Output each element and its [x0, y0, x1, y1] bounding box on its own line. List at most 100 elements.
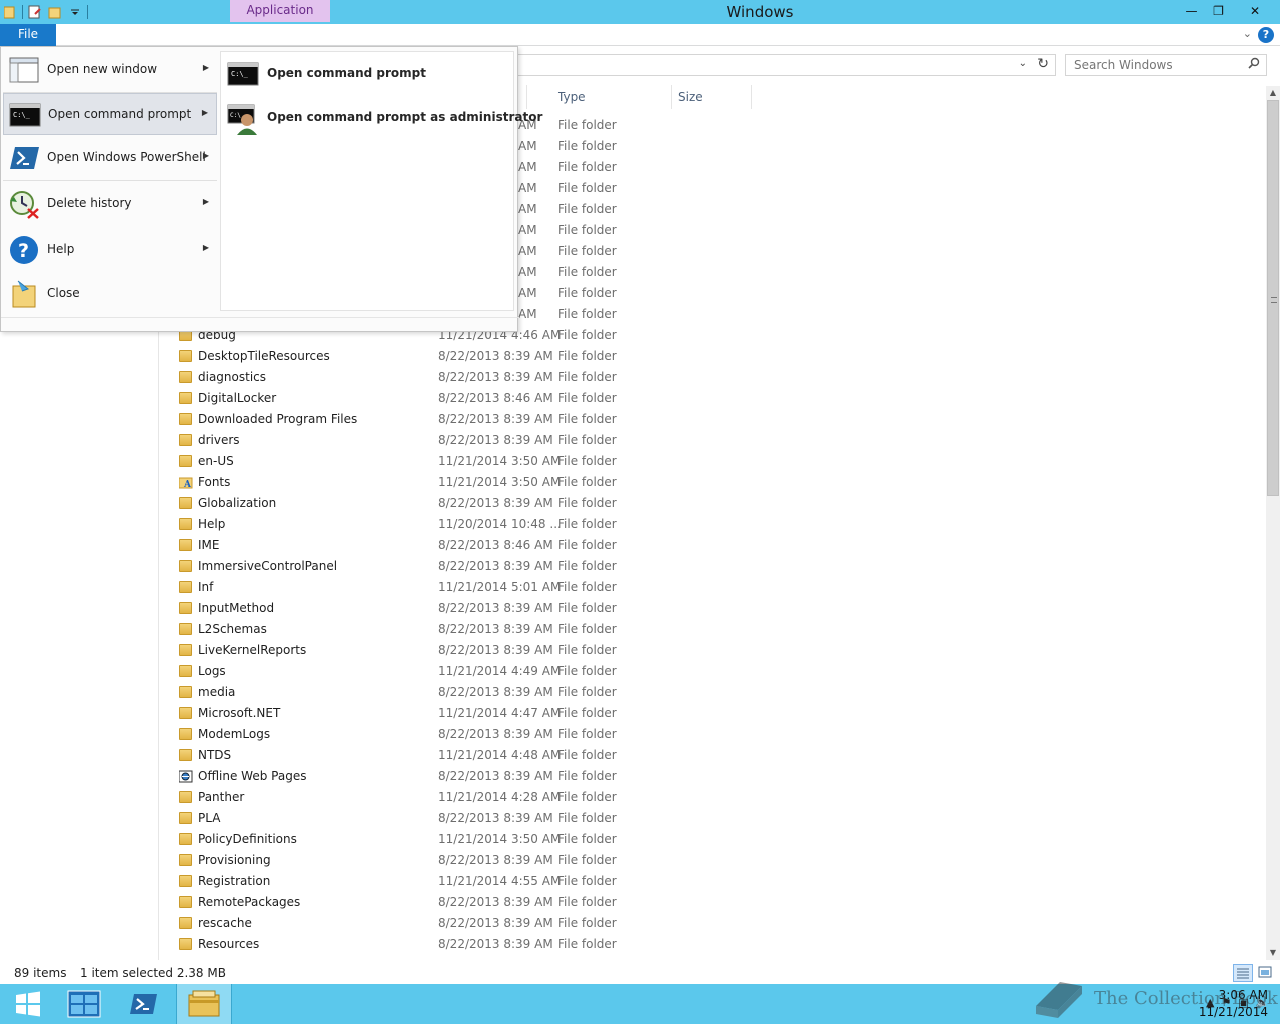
refresh-icon[interactable]: ↻ — [1037, 56, 1049, 72]
open-command-prompt-item[interactable]: C:\_ Open command prompt ▶ — [3, 93, 217, 135]
table-row[interactable]: Registration 11/21/2014 4:55 AM File folde… — [160, 871, 760, 892]
table-row[interactable]: drivers 8/22/2013 8:39 AM File folder — [160, 430, 760, 451]
table-row[interactable]: DigitalLocker 8/22/2013 8:46 AM File folde… — [160, 388, 760, 409]
application-tools-context-tab[interactable]: Application Tools — [230, 0, 330, 37]
table-row[interactable]: LiveKernelReports 8/22/2013 8:39 AM File f… — [160, 640, 760, 661]
table-row[interactable]: RemotePackages 8/22/2013 8:39 AM File fold… — [160, 892, 760, 913]
folder-icon — [179, 707, 192, 719]
file-type: File folder — [558, 496, 617, 510]
customize-qat-chevron-icon[interactable] — [67, 4, 83, 20]
table-row[interactable]: Panther 11/21/2014 4:28 AM File folder — [160, 787, 760, 808]
column-header-size[interactable]: Size — [672, 85, 752, 109]
file-tab[interactable]: File — [0, 24, 56, 46]
clock-date[interactable]: 11/21/2014 — [1199, 1005, 1268, 1019]
vertical-scrollbar[interactable]: ▲ ▼ — [1266, 86, 1280, 960]
file-type: File folder — [558, 391, 617, 405]
file-type: File folder — [558, 475, 617, 489]
open-windows-powershell-label: Open Windows PowerShell — [47, 150, 206, 164]
table-row[interactable]: IME 8/22/2013 8:46 AM File folder — [160, 535, 760, 556]
windows-logo-icon — [16, 991, 40, 1017]
table-row[interactable]: InputMethod 8/22/2013 8:39 AM File folder — [160, 598, 760, 619]
column-header-modified[interactable] — [520, 85, 527, 109]
clock-time[interactable]: 3:06 AM — [1219, 988, 1268, 1002]
svg-text:?: ? — [18, 240, 29, 262]
folder-icon — [179, 644, 192, 656]
search-icon[interactable] — [1248, 57, 1260, 73]
file-name: Fonts — [198, 475, 231, 489]
address-dropdown-icon[interactable]: ⌄ — [1019, 58, 1027, 69]
table-row[interactable]: NTDS 11/21/2014 4:48 AM File folder — [160, 745, 760, 766]
maximize-button[interactable]: ❐ — [1205, 0, 1232, 21]
delete-history-item[interactable]: Delete history ▶ — [3, 183, 217, 225]
folder-icon — [179, 350, 192, 362]
table-row[interactable]: Provisioning 8/22/2013 8:39 AM File folder — [160, 850, 760, 871]
folder-icon — [179, 917, 192, 929]
column-header-type[interactable]: Type — [552, 85, 672, 109]
open-command-prompt-subitem[interactable]: C:\_ Open command prompt — [227, 56, 509, 92]
open-new-window-item[interactable]: Open new window ▶ — [3, 49, 217, 91]
folder-icon — [179, 938, 192, 950]
address-bar[interactable]: ⌄ ↻ — [510, 54, 1056, 76]
file-name: LiveKernelReports — [198, 643, 307, 657]
file-date: 11/21/2014 3:50 AM — [438, 832, 561, 846]
table-row[interactable]: Inf 11/21/2014 5:01 AM File folder — [160, 577, 760, 598]
file-type: File folder — [558, 286, 617, 300]
scroll-down-arrow-icon[interactable]: ▼ — [1266, 946, 1280, 960]
file-date: 8/22/2013 8:39 AM — [438, 853, 553, 867]
table-row[interactable]: Microsoft.NET 11/21/2014 4:47 AM File fold… — [160, 703, 760, 724]
help-item[interactable]: ? Help ▶ — [3, 229, 217, 271]
navigation-pane-divider[interactable] — [158, 330, 159, 960]
close-item[interactable]: Close — [3, 273, 217, 315]
file-name: DesktopTileResources — [198, 349, 330, 363]
table-row[interactable]: ImmersiveControlPanel 8/22/2013 8:39 AM Fi… — [160, 556, 760, 577]
table-row[interactable]: L2Schemas 8/22/2013 8:39 AM File folder — [160, 619, 760, 640]
table-row[interactable]: rescache 8/22/2013 8:39 AM File folder — [160, 913, 760, 934]
properties-icon[interactable] — [27, 4, 43, 20]
submenu-arrow-icon: ▶ — [202, 243, 209, 252]
table-row[interactable]: PLA 8/22/2013 8:39 AM File folder — [160, 808, 760, 829]
table-row[interactable]: Help 11/20/2014 10:48 ... File folder — [160, 514, 760, 535]
file-type: File folder — [558, 244, 617, 258]
table-row[interactable]: Downloaded Program Files 8/22/2013 8:39 A… — [160, 409, 760, 430]
search-input[interactable] — [1074, 58, 1244, 72]
table-row[interactable]: Resources 8/22/2013 8:39 AM File folder — [160, 934, 760, 955]
open-windows-powershell-item[interactable]: Open Windows PowerShell ▶ — [3, 137, 217, 179]
table-row[interactable]: Logs 11/21/2014 4:49 AM File folder — [160, 661, 760, 682]
search-box[interactable] — [1065, 54, 1267, 76]
server-manager-button[interactable] — [56, 984, 112, 1024]
table-row[interactable]: DesktopTileResources 8/22/2013 8:39 AM Fil… — [160, 346, 760, 367]
table-row[interactable]: A Fonts 11/21/2014 3:50 AM File folder — [160, 472, 760, 493]
file-type: File folder — [558, 580, 617, 594]
scroll-thumb[interactable] — [1267, 100, 1279, 496]
table-row[interactable]: Globalization 8/22/2013 8:39 AM File folde… — [160, 493, 760, 514]
folder-icon — [179, 854, 192, 866]
status-bar: 89 items 1 item selected 2.38 MB — [0, 962, 1280, 984]
table-row[interactable]: media 8/22/2013 8:39 AM File folder — [160, 682, 760, 703]
folder-icon — [179, 875, 192, 887]
file-name: Inf — [198, 580, 214, 594]
new-folder-icon[interactable] — [47, 4, 63, 20]
help-icon[interactable]: ? — [1258, 27, 1274, 43]
close-button[interactable]: ✕ — [1232, 0, 1278, 21]
open-command-prompt-admin-subitem[interactable]: C:\ Open command prompt as administrator — [227, 100, 542, 136]
folder-icon — [179, 833, 192, 845]
table-row[interactable]: en-US 11/21/2014 3:50 AM File folder — [160, 451, 760, 472]
scroll-up-arrow-icon[interactable]: ▲ — [1266, 86, 1280, 100]
table-row[interactable]: Offline Web Pages 8/22/2013 8:39 AM File f… — [160, 766, 760, 787]
table-row[interactable]: PolicyDefinitions 11/21/2014 3:50 AM File … — [160, 829, 760, 850]
expand-ribbon-chevron-icon[interactable]: ⌄ — [1243, 27, 1252, 40]
help-label: Help — [47, 242, 75, 256]
file-type: File folder — [558, 769, 617, 783]
large-icons-view-button[interactable] — [1257, 964, 1275, 982]
minimize-button[interactable]: — — [1178, 0, 1205, 21]
details-view-button[interactable] — [1233, 964, 1253, 982]
start-button[interactable] — [0, 984, 56, 1024]
table-row[interactable]: ModemLogs 8/22/2013 8:39 AM File folder — [160, 724, 760, 745]
file-type: File folder — [558, 601, 617, 615]
file-explorer-taskbar-button[interactable] — [176, 984, 232, 1024]
table-row[interactable]: diagnostics 8/22/2013 8:39 AM File folder — [160, 367, 760, 388]
file-type: File folder — [558, 139, 617, 153]
file-type: File folder — [558, 622, 617, 636]
close-icon: ✕ — [1249, 3, 1261, 18]
powershell-taskbar-button[interactable] — [116, 984, 172, 1024]
